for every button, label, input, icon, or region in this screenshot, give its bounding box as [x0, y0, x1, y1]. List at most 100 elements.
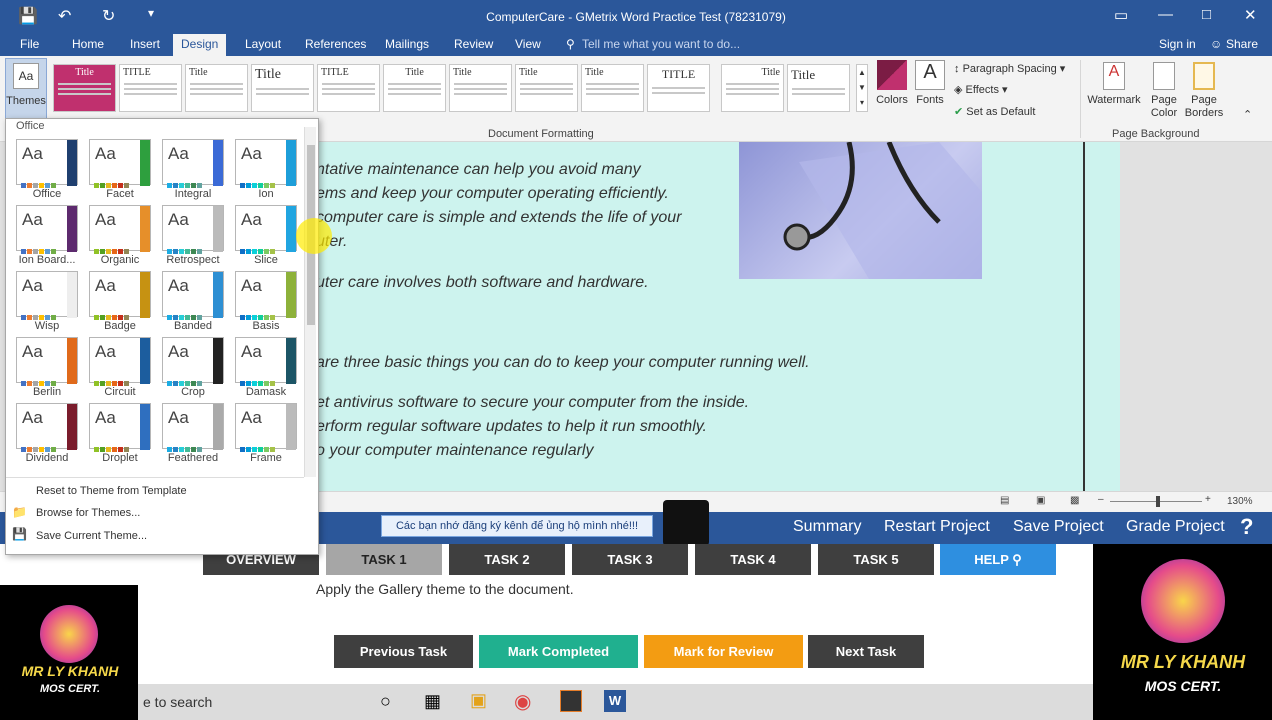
theme-color-swatches	[21, 241, 65, 254]
style-set-8[interactable]: Title	[515, 64, 578, 112]
save-current-theme-item[interactable]: Save Current Theme...	[36, 530, 147, 542]
logo-text-2: MOS CERT.	[1144, 678, 1222, 694]
zoom-level[interactable]: 130%	[1227, 496, 1253, 507]
chrome-icon[interactable]: ◉	[514, 689, 531, 714]
read-mode-icon[interactable]: ▤	[1000, 495, 1009, 506]
theme-thumb-ion[interactable]: Aa	[235, 139, 297, 188]
theme-thumb-badge[interactable]: Aa	[89, 271, 151, 320]
minimize-icon[interactable]: —	[1158, 6, 1173, 23]
mark-completed-button[interactable]: Mark Completed	[479, 635, 638, 668]
style-set-4[interactable]: Title	[251, 64, 314, 112]
theme-thumb-basis[interactable]: Aa	[235, 271, 297, 320]
zoom-out-icon[interactable]: –	[1098, 494, 1104, 505]
theme-thumb-frame[interactable]: Aa	[235, 403, 297, 452]
page-borders-button[interactable]: Page Borders	[1184, 62, 1224, 120]
paragraph-spacing-label: Paragraph Spacing	[962, 63, 1057, 75]
theme-thumb-integral[interactable]: Aa	[162, 139, 224, 188]
theme-name: Berlin	[32, 386, 62, 398]
tab-insert[interactable]: Insert	[130, 37, 160, 51]
theme-thumb-ion-board-[interactable]: Aa	[16, 205, 78, 254]
tell-me-input[interactable]: Tell me what you want to do...	[582, 37, 740, 51]
style-set-9[interactable]: Title	[581, 64, 644, 112]
themes-button[interactable]: Aa Themes	[5, 58, 47, 120]
theme-sample-text: Aa	[168, 342, 189, 361]
set-as-default-button[interactable]: ✔ Set as Default	[954, 105, 1035, 118]
task-area: OVERVIEW TASK 1 TASK 2 TASK 3 TASK 4 TAS…	[0, 544, 1272, 684]
zoom-in-icon[interactable]: +	[1205, 494, 1211, 505]
task-view-icon[interactable]: ▦	[424, 691, 441, 712]
tab-task-2[interactable]: TASK 2	[449, 544, 565, 575]
gmetrix-app-icon[interactable]	[560, 690, 582, 712]
theme-thumb-berlin[interactable]: Aa	[16, 337, 78, 386]
print-layout-icon[interactable]: ▣	[1036, 495, 1045, 506]
tab-task-1[interactable]: TASK 1	[326, 544, 442, 575]
theme-thumb-banded[interactable]: Aa	[162, 271, 224, 320]
tab-design[interactable]: Design	[173, 34, 227, 56]
theme-thumb-dividend[interactable]: Aa	[16, 403, 78, 452]
style-set-3[interactable]: Title	[185, 64, 248, 112]
sign-in-link[interactable]: Sign in	[1159, 37, 1196, 51]
zoom-slider-thumb[interactable]	[1156, 496, 1160, 507]
mark-for-review-button[interactable]: Mark for Review	[644, 635, 803, 668]
theme-thumb-wisp[interactable]: Aa	[16, 271, 78, 320]
tab-help[interactable]: HELP ⚲	[940, 544, 1056, 575]
style-set-10[interactable]: TITLE	[647, 64, 710, 112]
tab-home[interactable]: Home	[72, 37, 104, 51]
summary-link[interactable]: Summary	[793, 518, 861, 536]
theme-color-swatches	[21, 175, 65, 188]
page-color-button[interactable]: Page Color	[1144, 62, 1184, 120]
grade-project-link[interactable]: Grade Project	[1126, 518, 1225, 536]
style-gallery-scroll[interactable]: ▲ ▼ ▾	[856, 64, 868, 112]
tab-task-4[interactable]: TASK 4	[695, 544, 811, 575]
tab-mailings[interactable]: Mailings	[385, 37, 429, 51]
theme-thumb-organic[interactable]: Aa	[89, 205, 151, 254]
restart-project-link[interactable]: Restart Project	[884, 518, 990, 536]
theme-thumb-crop[interactable]: Aa	[162, 337, 224, 386]
style-set-2[interactable]: TITLE	[119, 64, 182, 112]
colors-button[interactable]: Colors	[874, 60, 910, 106]
theme-thumb-facet[interactable]: Aa	[89, 139, 151, 188]
fonts-button[interactable]: A Fonts	[912, 60, 948, 106]
watermark-button[interactable]: A Watermark	[1086, 62, 1142, 106]
reset-theme-item[interactable]: Reset to Theme from Template	[36, 485, 187, 497]
style-set-6[interactable]: Title	[383, 64, 446, 112]
ribbon-display-icon[interactable]: ▭	[1114, 6, 1128, 24]
style-set-7[interactable]: Title	[449, 64, 512, 112]
tab-references[interactable]: References	[305, 37, 366, 51]
theme-thumb-droplet[interactable]: Aa	[89, 403, 151, 452]
web-layout-icon[interactable]: ▩	[1070, 495, 1079, 506]
word-icon[interactable]: W	[604, 690, 626, 712]
share-button[interactable]: Share	[1226, 37, 1258, 51]
theme-thumb-circuit[interactable]: Aa	[89, 337, 151, 386]
taskbar-search[interactable]: e to search	[143, 694, 212, 710]
tab-layout[interactable]: Layout	[245, 37, 281, 51]
tab-task-3[interactable]: TASK 3	[572, 544, 688, 575]
tab-review[interactable]: Review	[454, 37, 493, 51]
document-page[interactable]: ntative maintenance can help you avoid m…	[290, 141, 1120, 491]
file-explorer-icon[interactable]: ▣	[470, 690, 487, 711]
dropdown-scrollbar[interactable]	[304, 127, 316, 477]
close-icon[interactable]: ✕	[1244, 6, 1257, 24]
style-set-1[interactable]: Title	[53, 64, 116, 112]
theme-thumb-office[interactable]: Aa	[16, 139, 78, 188]
cortana-icon[interactable]: ○	[380, 691, 391, 712]
theme-thumb-retrospect[interactable]: Aa	[162, 205, 224, 254]
style-set-11[interactable]: Title	[721, 64, 784, 112]
paragraph-spacing-button[interactable]: ↕ Paragraph Spacing ▾	[954, 62, 1065, 75]
maximize-icon[interactable]: □	[1202, 6, 1211, 23]
effects-button[interactable]: ◈ Effects ▾	[954, 83, 1008, 96]
style-set-5[interactable]: TITLE	[317, 64, 380, 112]
tab-view[interactable]: View	[515, 37, 541, 51]
help-icon[interactable]: ?	[1240, 514, 1253, 540]
collapse-ribbon-icon[interactable]: ⌃	[1243, 108, 1252, 121]
tab-file[interactable]: File	[20, 37, 39, 51]
browse-themes-item[interactable]: Browse for Themes...	[36, 507, 140, 519]
theme-thumb-damask[interactable]: Aa	[235, 337, 297, 386]
next-task-button[interactable]: Next Task	[808, 635, 924, 668]
tab-task-5[interactable]: TASK 5	[818, 544, 934, 575]
theme-thumb-feathered[interactable]: Aa	[162, 403, 224, 452]
theme-thumb-slice[interactable]: Aa	[235, 205, 297, 254]
save-project-link[interactable]: Save Project	[1013, 518, 1104, 536]
previous-task-button[interactable]: Previous Task	[334, 635, 473, 668]
style-set-12[interactable]: Title	[787, 64, 850, 112]
